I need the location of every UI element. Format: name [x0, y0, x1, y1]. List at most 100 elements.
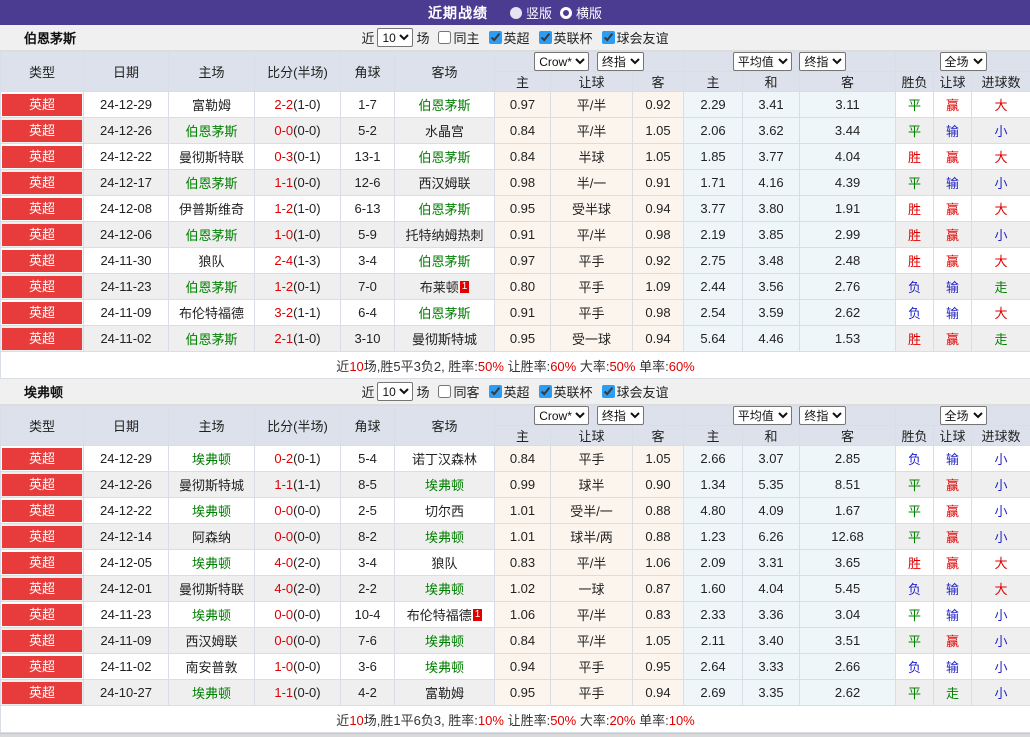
- avg-final-select[interactable]: 终指: [799, 406, 846, 425]
- full-time-score: 1-1: [274, 477, 293, 492]
- league-checkbox-efl-cup[interactable]: [539, 385, 552, 398]
- league-badge: 英超: [2, 94, 82, 116]
- result-cell: 平: [896, 628, 934, 654]
- league-label-efl-cup: 英联杯: [554, 28, 593, 47]
- vertical-layout-radio[interactable]: [510, 7, 522, 19]
- goals-result-cell: 大: [972, 550, 1030, 576]
- full-time-score: 0-0: [274, 503, 293, 518]
- summary-text-part: 60%: [669, 359, 695, 374]
- away-odds-cell: 0.94: [633, 196, 684, 222]
- odds-company-select[interactable]: Crow*: [534, 406, 589, 425]
- away-odds-cell: 0.87: [633, 576, 684, 602]
- col-score: 比分(半场): [255, 406, 341, 446]
- avg-away-odds-cell: 2.99: [800, 222, 896, 248]
- avg-away-odds-cell: 3.44: [800, 118, 896, 144]
- odds-company-select[interactable]: Crow*: [534, 52, 589, 71]
- horizontal-layout-radio[interactable]: [560, 7, 572, 19]
- goals-result-cell: 小: [972, 602, 1030, 628]
- half-time-score: (1-0): [293, 331, 320, 346]
- same-away-checkbox[interactable]: [438, 385, 451, 398]
- away-team-cell: 伯恩茅斯: [395, 144, 495, 170]
- away-odds-cell: 1.06: [633, 550, 684, 576]
- away-odds-cell: 0.92: [633, 92, 684, 118]
- match-count-select[interactable]: 10: [377, 382, 413, 401]
- league-checkbox-premier[interactable]: [489, 31, 502, 44]
- league-checkbox-friendly[interactable]: [602, 385, 615, 398]
- avg-odds-select[interactable]: 平均值: [733, 406, 792, 425]
- league-cell: 英超: [1, 92, 84, 118]
- handicap-result-cell: 赢: [934, 472, 972, 498]
- date-cell: 24-12-06: [84, 222, 169, 248]
- league-cell: 英超: [1, 498, 84, 524]
- half-time-score: (1-0): [293, 97, 320, 112]
- league-checkbox-premier[interactable]: [489, 385, 502, 398]
- matches-table-everton: 类型 日期 主场 比分(半场) 角球 客场 Crow* 终指 平均值 终指 全场…: [0, 405, 1030, 733]
- goals-result-cell: 小: [972, 524, 1030, 550]
- half-time-score: (1-0): [293, 227, 320, 242]
- col-avg-away: 客: [800, 426, 896, 446]
- league-label-friendly: 球会友谊: [617, 28, 669, 47]
- home-team: 埃弗顿: [192, 556, 231, 571]
- home-odds-cell: 1.01: [495, 524, 551, 550]
- col-avg-away: 客: [800, 72, 896, 92]
- half-time-score: (0-1): [293, 451, 320, 466]
- corner-cell: 5-9: [341, 222, 395, 248]
- avg-draw-odds-cell: 6.26: [743, 524, 800, 550]
- home-team: 狼队: [198, 254, 224, 269]
- handicap-cell: 受半/一: [551, 498, 633, 524]
- handicap-result-cell: 赢: [934, 498, 972, 524]
- final-odds-select[interactable]: 终指: [597, 406, 644, 425]
- home-team: 伯恩茅斯: [185, 280, 237, 295]
- scope-select[interactable]: 全场: [940, 406, 987, 425]
- goals-result-cell: 大: [972, 300, 1030, 326]
- avg-draw-odds-cell: 3.59: [743, 300, 800, 326]
- handicap-result-cell: 赢: [934, 144, 972, 170]
- date-cell: 24-12-29: [84, 446, 169, 472]
- corner-cell: 3-4: [341, 248, 395, 274]
- full-time-score: 0-0: [274, 529, 293, 544]
- away-odds-cell: 0.94: [633, 680, 684, 706]
- result-cell: 胜: [896, 326, 934, 352]
- handicap-cell: 球半/两: [551, 524, 633, 550]
- result-cell: 胜: [896, 196, 934, 222]
- avg-odds-header: 平均值 终指: [684, 406, 896, 426]
- summary-text-part: 10: [349, 713, 363, 728]
- away-odds-cell: 0.98: [633, 222, 684, 248]
- avg-odds-select[interactable]: 平均值: [733, 52, 792, 71]
- avg-draw-odds-cell: 3.07: [743, 446, 800, 472]
- away-team: 诺丁汉森林: [412, 452, 477, 467]
- half-time-score: (2-0): [293, 581, 320, 596]
- league-checkbox-efl-cup[interactable]: [539, 31, 552, 44]
- avg-final-select[interactable]: 终指: [799, 52, 846, 71]
- league-checkbox-friendly[interactable]: [602, 31, 615, 44]
- goals-result-cell: 大: [972, 144, 1030, 170]
- league-label-premier: 英超: [504, 28, 530, 47]
- same-home-checkbox[interactable]: [438, 31, 451, 44]
- result-cell: 负: [896, 300, 934, 326]
- match-row: 英超 24-12-22 曼彻斯特联 0-3(0-1) 13-1 伯恩茅斯 0.8…: [1, 144, 1030, 170]
- match-count-select[interactable]: 10: [377, 28, 413, 47]
- date-cell: 24-12-17: [84, 170, 169, 196]
- final-odds-select[interactable]: 终指: [597, 52, 644, 71]
- result-cell: 胜: [896, 222, 934, 248]
- home-team: 埃弗顿: [192, 608, 231, 623]
- scope-select[interactable]: 全场: [940, 52, 987, 71]
- league-cell: 英超: [1, 680, 84, 706]
- home-odds-cell: 1.02: [495, 576, 551, 602]
- score-cell: 0-0(0-0): [255, 602, 341, 628]
- away-team-cell: 托特纳姆热刺: [395, 222, 495, 248]
- league-cell: 英超: [1, 300, 84, 326]
- goals-result-cell: 小: [972, 222, 1030, 248]
- league-label-premier: 英超: [504, 382, 530, 401]
- league-badge: 英超: [2, 526, 82, 548]
- home-team: 曼彻斯特联: [179, 582, 244, 597]
- handicap-cell: 平/半: [551, 222, 633, 248]
- handicap-cell: 球半: [551, 472, 633, 498]
- home-team-cell: 埃弗顿: [169, 680, 255, 706]
- col-date: 日期: [84, 406, 169, 446]
- goals-result-cell: 大: [972, 196, 1030, 222]
- half-time-score: (0-0): [293, 123, 320, 138]
- home-team-cell: 埃弗顿: [169, 602, 255, 628]
- goals-result-cell: 大: [972, 248, 1030, 274]
- result-cell: 平: [896, 170, 934, 196]
